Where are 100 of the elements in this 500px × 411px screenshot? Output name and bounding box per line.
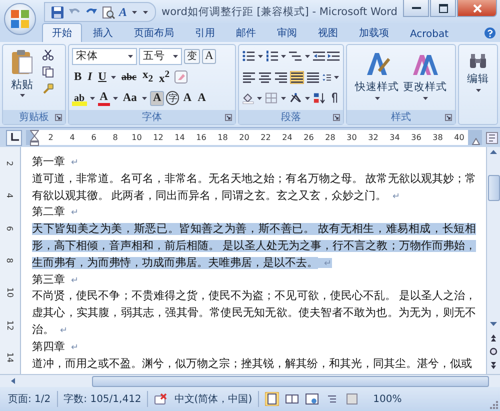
ruler-number: 2 [6, 160, 14, 166]
multilevel-list-icon[interactable] [289, 50, 302, 62]
phonetic-guide-button[interactable]: 变 [184, 48, 200, 64]
change-styles-button[interactable]: 更改样式 [403, 47, 447, 110]
caret-icon[interactable] [20, 94, 24, 97]
caret-icon[interactable] [128, 54, 133, 58]
caret-icon[interactable] [281, 54, 286, 58]
cut-icon[interactable] [42, 49, 54, 61]
ribbon-tab[interactable]: 邮件 [226, 23, 266, 42]
zoom-level[interactable]: 100% [373, 394, 402, 404]
view-ruler-icon[interactable] [486, 132, 498, 144]
bold-button[interactable]: B [72, 70, 84, 84]
align-left-icon[interactable] [242, 70, 256, 84]
right-indent-icon[interactable] [472, 138, 480, 145]
scrollbar-thumb[interactable] [488, 175, 500, 201]
italic-button[interactable]: I [86, 70, 94, 84]
quick-styles-button[interactable]: 快速样式 [355, 47, 399, 110]
dialog-launcher-icon[interactable] [225, 114, 232, 121]
caret-icon[interactable] [422, 97, 428, 100]
underline-button[interactable]: U [96, 70, 108, 84]
maximize-button[interactable] [430, 0, 456, 17]
font-size-field[interactable]: 五号 [139, 48, 182, 64]
resize-grip-icon [489, 400, 498, 409]
text-effect-button[interactable]: A [119, 4, 128, 20]
caret-icon[interactable] [280, 96, 286, 100]
next-page-icon[interactable] [488, 360, 499, 371]
print-preview-icon[interactable] [102, 6, 115, 18]
superscript-button[interactable]: x$^{2}$ [157, 67, 172, 87]
ruler-number: 2 [47, 133, 54, 142]
caret-icon[interactable] [111, 76, 116, 78]
ribbon-tab[interactable]: 视图 [308, 23, 348, 42]
subscript-button[interactable]: x$_{2}$ [140, 68, 156, 86]
ribbon-tab[interactable]: 页面布局 [124, 23, 184, 42]
clear-formatting-icon[interactable] [174, 70, 188, 84]
draft-view-icon[interactable] [345, 392, 360, 406]
reading-layout-icon[interactable] [285, 392, 300, 406]
format-painter-icon[interactable] [42, 83, 54, 95]
save-icon[interactable] [51, 6, 64, 18]
enclose-characters-button[interactable]: 字 [166, 91, 180, 105]
sort-icon[interactable] [313, 92, 326, 104]
dialog-launcher-icon[interactable] [333, 114, 340, 121]
caret-icon[interactable] [334, 76, 339, 78]
change-case-button[interactable]: Aa [120, 90, 139, 106]
paragraph-text: 道可道，非常道。名可名，非常名。无名天地之始；有名万物之母。 故常无欲以观其妙；常有欲以观其徼。 此两者，同出而异名，同谓之玄。玄之又玄，众妙之门。 ↵ [32, 172, 476, 204]
decrease-indent-icon[interactable] [312, 50, 326, 62]
caret-icon[interactable] [258, 54, 263, 58]
paragraph-text: 第四章 ↵ [32, 340, 80, 355]
print-layout-icon[interactable] [265, 392, 280, 406]
proofing-icon[interactable] [154, 392, 168, 406]
ribbon-tab[interactable]: Acrobat [400, 26, 459, 42]
page-count[interactable]: 页面: 1/2 [8, 392, 51, 406]
asian-layout-icon[interactable] [288, 92, 302, 104]
strikethrough-button[interactable]: abc [119, 70, 138, 84]
caret-icon[interactable] [257, 96, 262, 100]
justify-icon[interactable] [290, 70, 304, 84]
grow-font-button[interactable]: A [181, 90, 194, 106]
distributed-icon[interactable] [306, 70, 320, 84]
scrollbar-thumb[interactable] [92, 376, 489, 386]
browse-object-icon[interactable] [488, 346, 499, 357]
align-center-icon[interactable] [258, 70, 272, 84]
language-indicator[interactable]: 中文(简体，中国) [174, 392, 252, 406]
character-border-button[interactable]: A [202, 48, 216, 64]
font-color-button[interactable]: A [98, 90, 110, 106]
paste-button[interactable]: 粘贴 [6, 47, 38, 110]
caret-icon[interactable] [374, 97, 380, 100]
caret-icon[interactable] [112, 96, 118, 100]
caret-icon[interactable] [142, 96, 147, 100]
caret-icon[interactable] [90, 96, 95, 100]
caret-icon[interactable] [304, 54, 310, 58]
help-icon[interactable] [484, 27, 496, 39]
dialog-launcher-icon[interactable] [55, 114, 62, 121]
indent-marker-icon[interactable] [30, 130, 39, 146]
ruler-number: 8 [6, 258, 14, 264]
shrink-font-button[interactable]: A [196, 90, 208, 106]
font-name-field[interactable]: 宋体 [72, 48, 137, 64]
ribbon-tab[interactable]: 审阅 [267, 23, 307, 42]
word-count[interactable]: 字数: 105/1,412 [64, 392, 142, 406]
align-right-icon[interactable] [274, 70, 288, 84]
copy-icon[interactable] [42, 66, 54, 78]
ruler-number: 6 [90, 133, 98, 142]
character-shading-button[interactable]: A [150, 90, 164, 106]
caret-icon[interactable] [305, 96, 310, 100]
previous-page-icon[interactable] [488, 332, 499, 343]
ribbon-tab[interactable]: 加载项 [349, 23, 399, 42]
ribbon-tab[interactable]: 插入 [83, 23, 123, 42]
ribbon-tab[interactable]: 引用 [185, 23, 225, 42]
close-button[interactable] [457, 0, 497, 17]
numbering-icon[interactable] [266, 50, 278, 62]
dialog-launcher-icon[interactable] [445, 114, 452, 121]
caret-icon[interactable] [173, 54, 178, 58]
increase-indent-icon[interactable] [327, 50, 340, 62]
tab-selector-button[interactable] [6, 130, 22, 146]
web-layout-icon[interactable] [305, 392, 320, 406]
bullets-icon[interactable] [242, 50, 255, 62]
minimize-button[interactable] [403, 0, 429, 17]
group-label: 剪贴板 [19, 110, 49, 124]
ribbon-tab[interactable]: 开始 [42, 23, 82, 42]
caret-icon[interactable] [476, 89, 480, 92]
shading-icon[interactable] [242, 92, 254, 104]
paragraph-text: 不尚贤，使民不争；不贵难得之货，使民不为盗；不见可欲，使民心不乱。 是以圣人之治，虚其心，实其腹，弱其志，强其骨。常使民无知无欲。使夫智者不敢为也。为无为，则无不治。 ↵ [32, 288, 476, 338]
